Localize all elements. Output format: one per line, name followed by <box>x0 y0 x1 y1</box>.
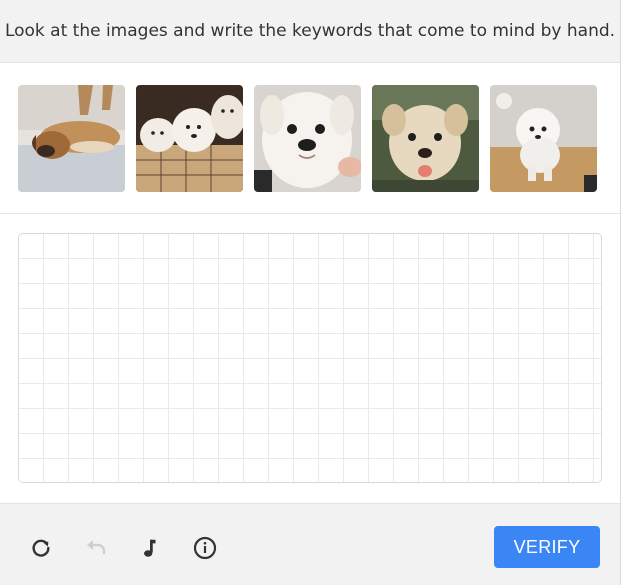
info-icon[interactable] <box>193 536 217 560</box>
fluffy-puppy-image <box>490 84 597 192</box>
captcha-header: Look at the images and write the keyword… <box>0 0 620 63</box>
instruction-text: Look at the images and write the keyword… <box>4 21 616 41</box>
captcha-footer: VERIFY <box>0 503 620 585</box>
captcha-widget: Look at the images and write the keyword… <box>0 0 621 585</box>
undo-icon[interactable] <box>84 536 108 560</box>
audio-icon[interactable] <box>138 536 162 560</box>
puppies-in-box-image <box>136 84 243 192</box>
white-puppy-closeup-image <box>254 84 361 192</box>
refresh-icon[interactable] <box>29 536 53 560</box>
puppy-on-grass-image <box>372 84 479 192</box>
verify-button[interactable]: VERIFY <box>494 526 600 568</box>
image-strip <box>0 63 620 214</box>
puppy-sleeping-image <box>18 84 125 192</box>
handwriting-canvas[interactable] <box>18 233 602 483</box>
